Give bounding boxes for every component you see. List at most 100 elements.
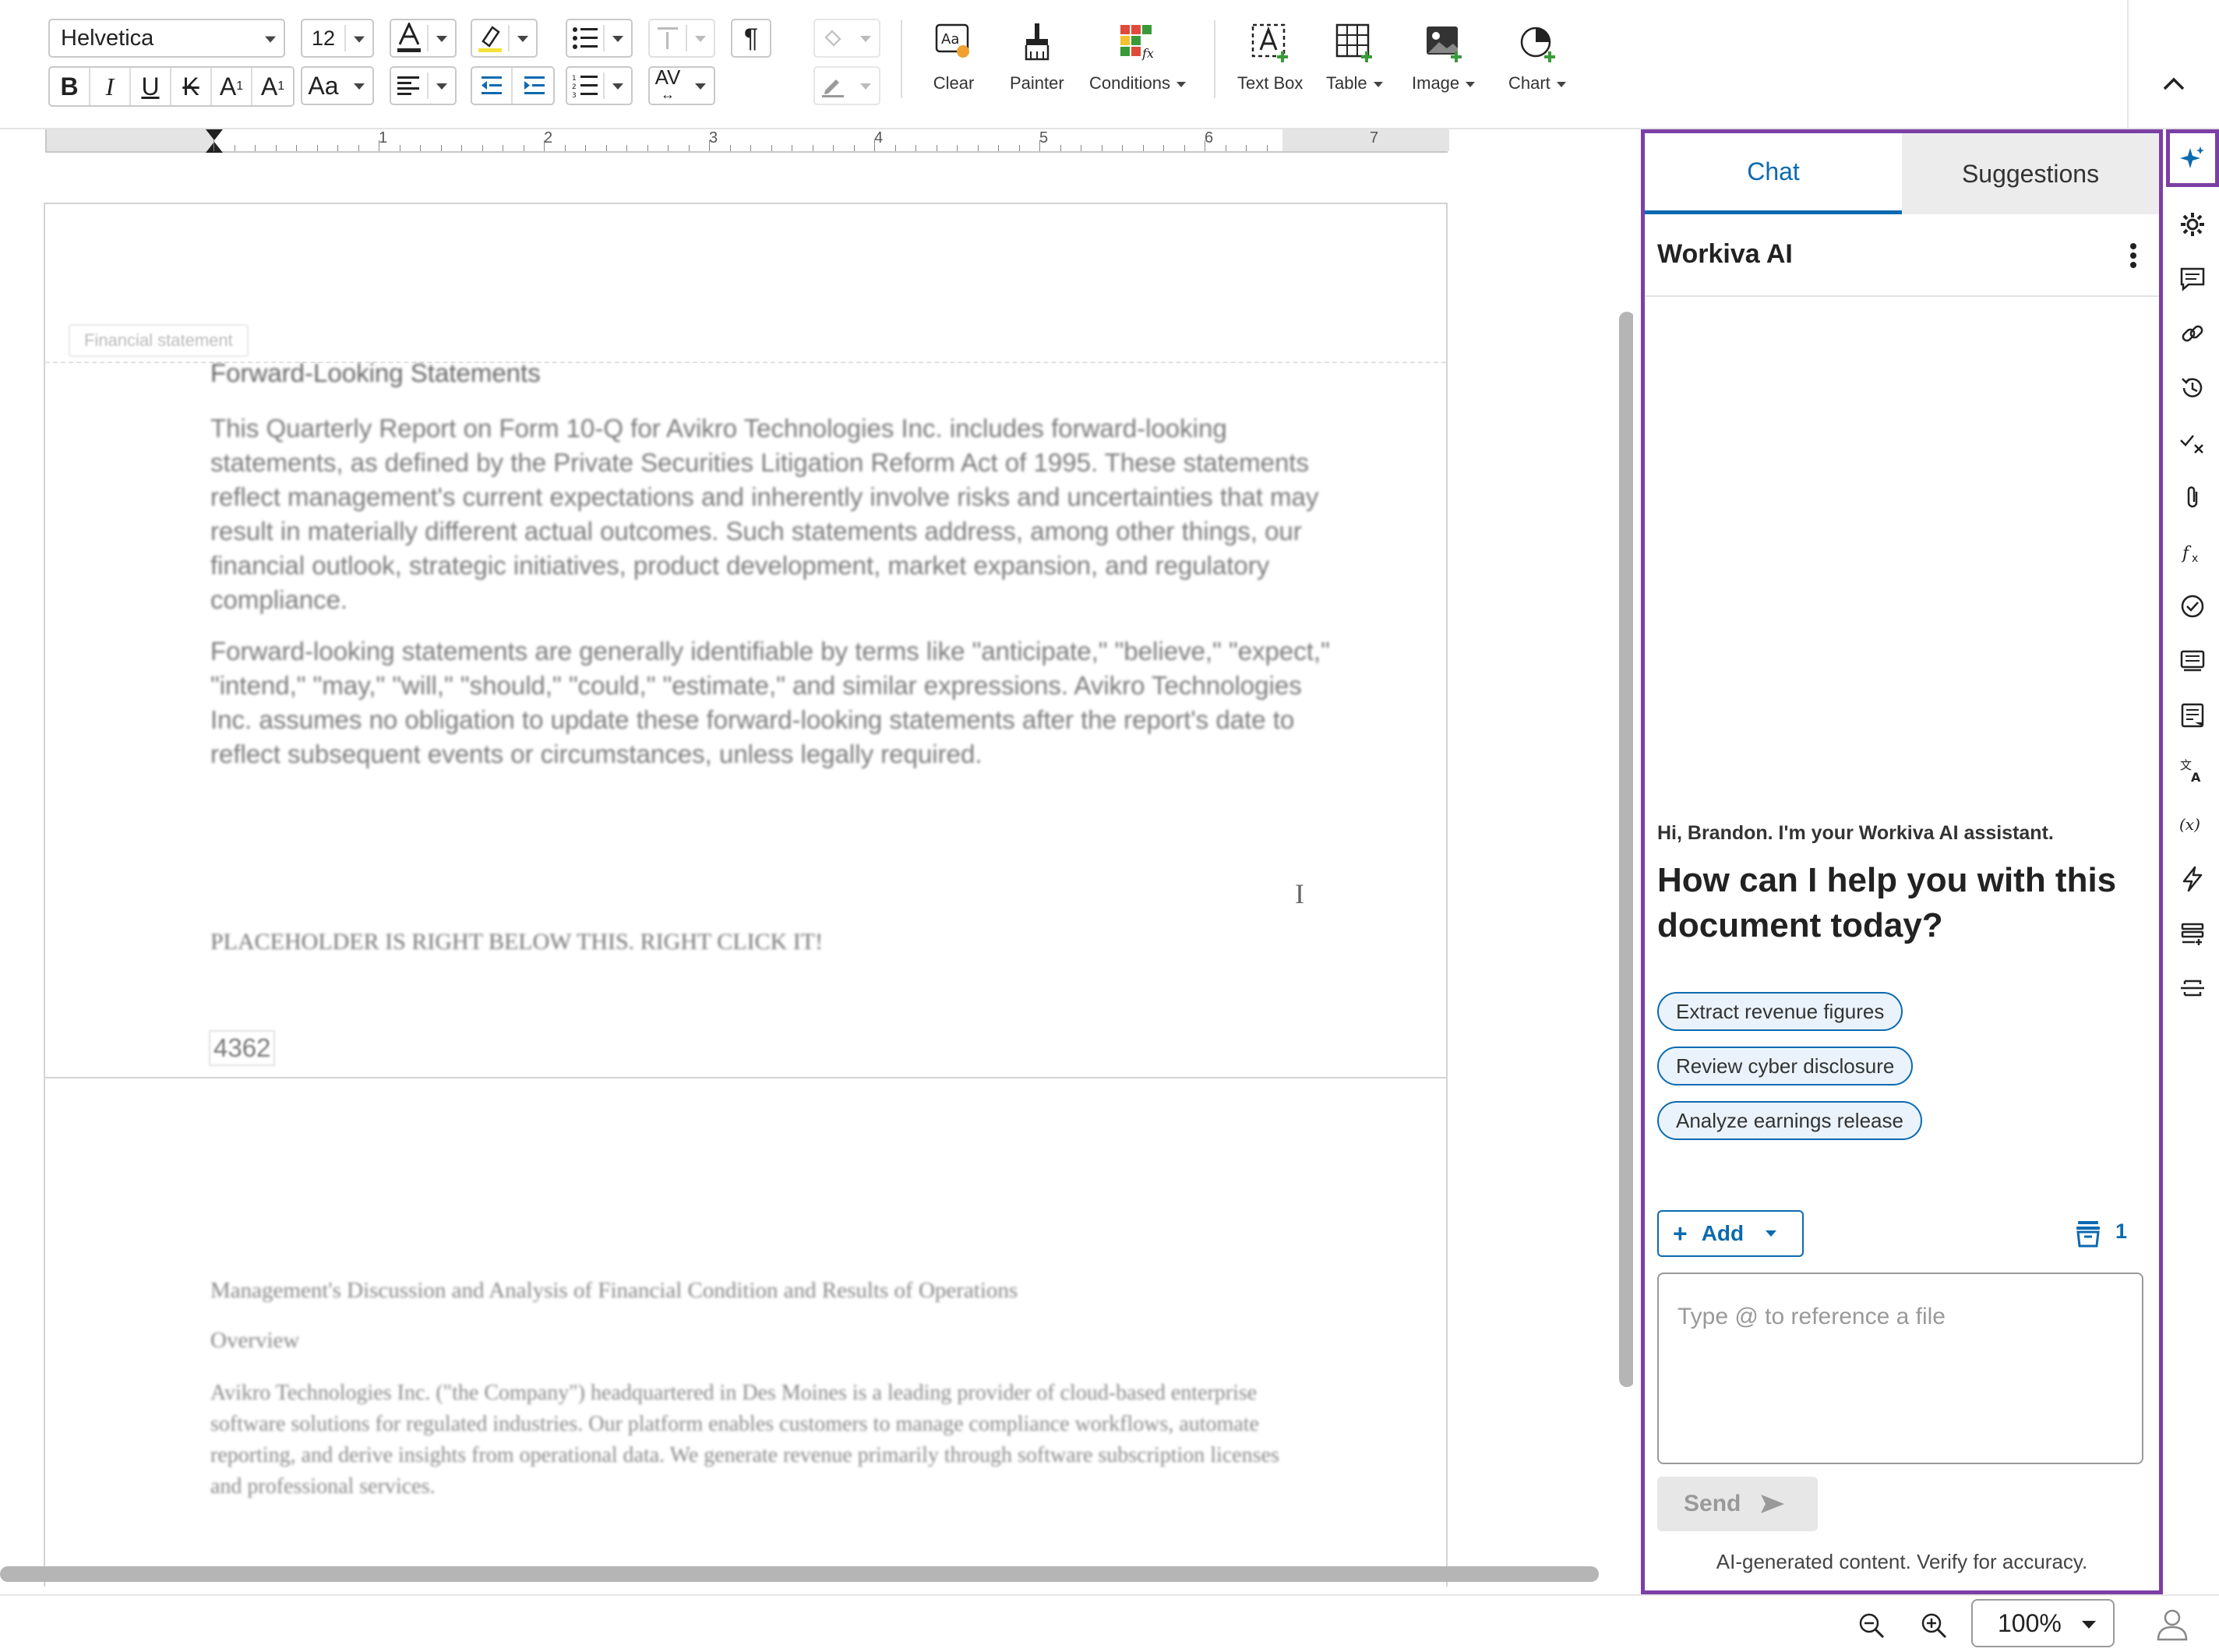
image-text: Image <box>1412 73 1460 93</box>
ruler[interactable]: 1 2 3 4 5 6 7 <box>45 129 1449 153</box>
gear-icon[interactable] <box>2168 199 2217 249</box>
paragraph[interactable]: This Quarterly Report on Form 10-Q for A… <box>210 411 1332 617</box>
section-heading[interactable]: Forward-Looking Statements <box>210 358 1332 388</box>
placeholder-note[interactable]: PLACEHOLDER IS RIGHT BELOW THIS. RIGHT C… <box>210 929 1332 955</box>
task-check-icon[interactable] <box>2168 581 2217 631</box>
outdent-button[interactable] <box>472 68 513 104</box>
underline-button[interactable]: U <box>131 68 171 105</box>
suggestion-chip[interactable]: Review cyber disclosure <box>1657 1047 1914 1085</box>
indent-marker[interactable] <box>206 142 223 153</box>
document-page[interactable]: Management's Discussion and Analysis of … <box>44 1077 1448 1587</box>
check-x-icon[interactable] <box>2168 418 2217 468</box>
zoom-in-icon[interactable] <box>1920 1611 1948 1640</box>
border-color-button[interactable] <box>813 66 880 105</box>
show-formatting-button[interactable]: ¶ <box>731 19 771 58</box>
svg-text:f: f <box>2181 544 2192 563</box>
text-box-button[interactable]: Text Box <box>1237 20 1303 101</box>
paragraph[interactable]: Forward-looking statements are generally… <box>210 634 1332 771</box>
chevron-down-icon <box>860 36 871 42</box>
bullet-list-icon <box>567 20 603 56</box>
superscript-button[interactable]: A1 <box>212 68 252 105</box>
attachment-icon[interactable] <box>2168 472 2217 522</box>
zoom-out-icon[interactable] <box>1857 1611 1886 1640</box>
horizontal-scrollbar[interactable] <box>0 1566 1599 1582</box>
translate-icon[interactable]: 文A <box>2168 745 2217 795</box>
paragraph-spacing-button[interactable] <box>648 19 715 58</box>
font-family-value: Helvetica <box>61 25 154 51</box>
variable-icon[interactable]: (x) <box>2168 800 2217 849</box>
send-button[interactable]: Send <box>1657 1477 1818 1531</box>
subscript-button[interactable]: A1 <box>252 68 293 105</box>
comment-icon[interactable] <box>2168 254 2217 304</box>
font-family-select[interactable]: Helvetica <box>48 19 285 58</box>
chat-input[interactable] <box>1657 1273 2143 1464</box>
document-page[interactable]: Financial statement Forward-Looking Stat… <box>44 203 1448 1086</box>
toolbar-divider <box>2127 0 2129 129</box>
formula-icon[interactable]: fx <box>2168 527 2217 577</box>
align-button[interactable] <box>390 66 457 105</box>
ruler-tick <box>1246 145 1247 151</box>
history-icon[interactable] <box>2168 363 2217 413</box>
link-icon[interactable] <box>2168 309 2217 358</box>
clear-format-button[interactable]: Aa Clear <box>932 20 975 101</box>
ruler-tick <box>482 145 483 151</box>
more-options-icon[interactable] <box>2129 242 2137 269</box>
section-tag[interactable]: Financial statement <box>69 324 249 357</box>
font-size-select[interactable]: 12 <box>301 19 374 58</box>
font-color-button[interactable] <box>390 19 457 58</box>
bold-button[interactable]: B <box>50 68 90 105</box>
ai-greeting: Hi, Brandon. I'm your Workiva AI assista… <box>1657 822 2054 844</box>
comments-list-icon[interactable] <box>2168 636 2217 686</box>
chart-label: Chart <box>1508 73 1566 94</box>
notes-icon[interactable] <box>2168 690 2217 740</box>
italic-button[interactable]: I <box>90 68 131 105</box>
suggestion-chip[interactable]: Analyze earnings release <box>1657 1101 1922 1140</box>
suggestion-chip[interactable]: Extract revenue figures <box>1657 992 1903 1031</box>
section-heading[interactable]: Management's Discussion and Analysis of … <box>210 1278 1332 1304</box>
text-case-button[interactable]: Aa <box>301 66 374 105</box>
bullet-list-button[interactable] <box>566 19 633 58</box>
send-arrow-icon <box>1761 1495 1785 1513</box>
paragraph[interactable]: Avikro Technologies Inc. ("the Company")… <box>210 1378 1301 1502</box>
highlight-button[interactable] <box>471 19 538 58</box>
numbered-list-button[interactable]: 123 <box>566 66 633 105</box>
chevron-down-icon <box>354 83 365 90</box>
ruler-tick <box>337 145 338 151</box>
conditions-button[interactable]: fx Conditions <box>1089 20 1186 101</box>
fill-color-button[interactable] <box>813 19 880 58</box>
ruler-tick <box>709 140 710 151</box>
ai-sparkle-icon[interactable] <box>2166 129 2219 187</box>
image-button[interactable]: Image <box>1412 20 1476 101</box>
strikethrough-button[interactable]: K <box>171 68 212 105</box>
indent-marker[interactable] <box>206 129 223 140</box>
file-stack-icon[interactable] <box>2075 1220 2101 1248</box>
table-button[interactable]: Table <box>1326 20 1383 101</box>
strikethrough-icon[interactable] <box>2168 963 2217 1013</box>
add-context-button[interactable]: + Add <box>1657 1210 1804 1257</box>
text-cursor-icon: I <box>1295 878 1304 909</box>
file-count: 1 <box>2115 1220 2128 1243</box>
chart-button[interactable]: Chart <box>1508 20 1566 101</box>
character-spacing-button[interactable]: AV ↔ <box>648 66 715 105</box>
tab-suggestions[interactable]: Suggestions <box>1902 133 2159 214</box>
vertical-scrollbar[interactable] <box>1619 312 1633 1387</box>
user-icon[interactable] <box>2155 1607 2189 1641</box>
placeholder-value[interactable]: 4362 <box>209 1030 276 1066</box>
character-spacing-icon: AV ↔ <box>654 65 681 102</box>
conditions-text: Conditions <box>1089 73 1170 93</box>
subheading[interactable]: Overview <box>210 1328 1332 1354</box>
tab-chat[interactable]: Chat <box>1645 133 1902 214</box>
zoom-select[interactable]: 100% <box>1971 1599 2115 1647</box>
indent-button[interactable] <box>514 68 555 104</box>
conditions-label: Conditions <box>1089 73 1186 94</box>
format-painter-button[interactable]: Painter <box>1010 20 1064 101</box>
ruler-tick <box>1039 140 1040 151</box>
list-add-icon[interactable] <box>2168 909 2217 958</box>
document-canvas[interactable]: Financial statement Forward-Looking Stat… <box>0 153 1633 1587</box>
ruler-number: 2 <box>544 129 553 146</box>
svg-text:Aa: Aa <box>941 31 959 48</box>
toolbar-divider <box>901 20 902 98</box>
chevron-up-icon[interactable] <box>2158 72 2189 95</box>
chart-text: Chart <box>1508 73 1550 93</box>
lightning-icon[interactable] <box>2168 854 2217 904</box>
